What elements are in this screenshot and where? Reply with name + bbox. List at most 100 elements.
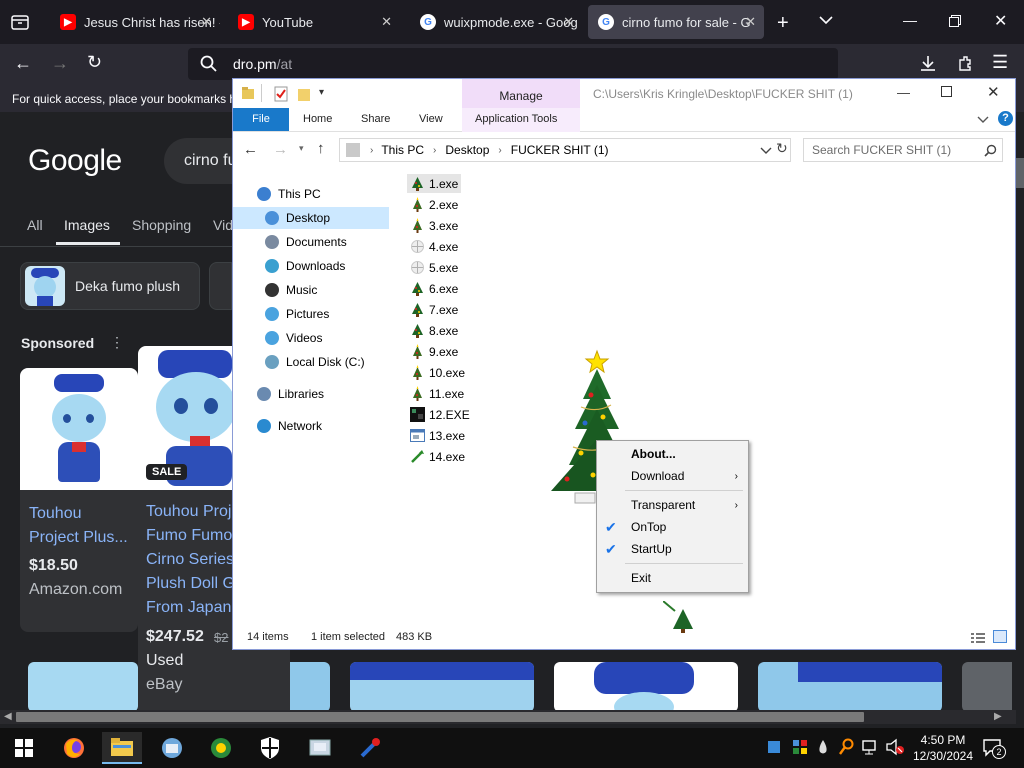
nav-item[interactable]: Libraries xyxy=(233,383,389,405)
address-bar[interactable]: › This PC › Desktop › FUCKER SHIT (1) ↻ xyxy=(339,138,791,162)
file-item[interactable]: 11.exe xyxy=(407,384,467,403)
tab-3[interactable]: G wuixpmode.exe - Goog ✕ xyxy=(410,5,582,39)
refresh-icon[interactable]: ↻ xyxy=(776,140,788,157)
start-button[interactable] xyxy=(4,732,44,764)
network-icon[interactable] xyxy=(862,739,878,755)
file-item[interactable]: 12.EXE xyxy=(407,405,473,424)
scrollbar-thumb[interactable] xyxy=(16,712,864,722)
scroll-right-icon[interactable]: ▶ xyxy=(994,711,1002,722)
image-result[interactable] xyxy=(962,662,1012,712)
new-tab-icon[interactable]: + xyxy=(777,12,789,35)
nav-item[interactable]: Network xyxy=(233,415,389,437)
menu-item-about[interactable]: About... xyxy=(597,443,748,465)
menu-item-transparent[interactable]: Transparent › xyxy=(597,494,748,516)
forward-icon[interactable]: → xyxy=(273,141,288,158)
menu-icon[interactable]: ☰ xyxy=(992,52,1008,73)
nav-item[interactable]: Music xyxy=(233,279,389,301)
related-search-chip[interactable]: Deka fumo plush xyxy=(20,262,200,310)
quick-access-dropdown-icon[interactable]: ▾ xyxy=(319,87,324,98)
file-item[interactable]: 10.exe xyxy=(407,363,468,382)
nav-item[interactable]: Downloads xyxy=(233,255,389,277)
manage-context-tab[interactable]: Manage xyxy=(462,79,580,108)
file-item[interactable]: 13.exe xyxy=(407,426,468,445)
water-drop-icon[interactable] xyxy=(818,739,828,755)
file-item[interactable]: 1.exe xyxy=(407,174,462,193)
tab-images[interactable]: Images xyxy=(64,217,110,233)
file-item[interactable]: 2.exe xyxy=(407,195,461,214)
nav-item[interactable]: Pictures xyxy=(233,303,389,325)
menu-item-exit[interactable]: Exit xyxy=(597,567,748,589)
more-options-icon[interactable]: ⋮ xyxy=(110,334,124,351)
download-icon[interactable] xyxy=(919,54,937,72)
app-icon[interactable] xyxy=(152,732,192,764)
back-icon[interactable]: ← xyxy=(243,141,258,158)
image-result[interactable] xyxy=(758,662,942,712)
menu-item-ontop[interactable]: ✔ OnTop xyxy=(597,516,748,538)
file-tab[interactable]: File xyxy=(233,108,289,131)
firefox-icon[interactable] xyxy=(54,732,94,764)
app-icon[interactable] xyxy=(300,732,340,764)
close-icon[interactable]: ✕ xyxy=(987,83,1000,101)
address-dropdown-icon[interactable] xyxy=(760,144,772,156)
nav-item[interactable]: Documents xyxy=(233,231,389,253)
maximize-icon[interactable] xyxy=(941,86,952,97)
tab-2[interactable]: ▶ YouTube ✕ xyxy=(228,5,400,39)
breadcrumb-current-folder[interactable]: FUCKER SHIT (1) xyxy=(511,143,609,157)
file-item[interactable]: 9.exe xyxy=(407,342,461,361)
new-folder-icon[interactable] xyxy=(297,86,311,102)
vertical-scrollbar-thumb[interactable] xyxy=(1016,158,1024,188)
file-item[interactable]: 5.exe xyxy=(407,258,461,277)
file-item[interactable]: 4.exe xyxy=(407,237,461,256)
tray-app-icon[interactable] xyxy=(792,739,808,755)
menu-item-download[interactable]: Download › xyxy=(597,465,748,487)
close-tab-icon[interactable]: ✕ xyxy=(563,14,574,30)
minimize-icon[interactable]: — xyxy=(897,85,910,100)
file-item[interactable]: 3.exe xyxy=(407,216,461,235)
close-window-icon[interactable]: ✕ xyxy=(994,11,1007,31)
app-icon[interactable] xyxy=(350,732,390,764)
security-shield-icon[interactable] xyxy=(250,732,290,764)
chevron-down-icon[interactable] xyxy=(818,12,834,28)
extensions-icon[interactable] xyxy=(956,54,974,72)
tab-4-active[interactable]: G cirno fumo for sale - G ✕ xyxy=(588,5,764,39)
details-view-icon[interactable] xyxy=(971,631,985,643)
recent-locations-icon[interactable]: ▾ xyxy=(299,143,304,154)
explorer-search-input[interactable]: Search FUCKER SHIT (1) xyxy=(803,138,1003,162)
image-result[interactable] xyxy=(350,662,534,712)
clock[interactable]: 4:50 PM 12/30/2024 xyxy=(912,732,974,764)
file-item[interactable]: 8.exe xyxy=(407,321,461,340)
share-tab[interactable]: Share xyxy=(361,113,390,125)
image-result[interactable] xyxy=(554,662,738,712)
forward-icon[interactable]: → xyxy=(51,53,69,74)
close-tab-icon[interactable]: ✕ xyxy=(201,14,212,30)
scroll-left-icon[interactable]: ◀ xyxy=(4,711,12,722)
volume-muted-icon[interactable] xyxy=(886,738,904,756)
up-icon[interactable]: ↑ xyxy=(317,140,325,157)
file-item[interactable]: 14.exe xyxy=(407,447,468,466)
minimize-icon[interactable]: — xyxy=(903,12,917,28)
image-result[interactable] xyxy=(28,662,138,712)
file-item[interactable]: 6.exe xyxy=(407,279,461,298)
close-tab-icon[interactable]: ✕ xyxy=(381,14,392,30)
search-tray-icon[interactable] xyxy=(838,738,854,756)
file-item[interactable]: 7.exe xyxy=(407,300,461,319)
image-result[interactable] xyxy=(290,662,330,712)
close-tab-icon[interactable]: ✕ xyxy=(745,14,756,30)
related-search-chip-2[interactable] xyxy=(209,262,232,310)
application-tools-tab[interactable]: Application Tools xyxy=(475,113,557,125)
tab-all[interactable]: All xyxy=(27,217,43,233)
menu-item-startup[interactable]: ✔ StartUp xyxy=(597,538,748,560)
view-tab[interactable]: View xyxy=(419,113,443,125)
reload-icon[interactable]: ↻ xyxy=(87,52,102,73)
tab-1[interactable]: ▶ Jesus Christ has risen! - ✕ xyxy=(50,5,220,39)
nav-item[interactable]: This PC xyxy=(233,183,389,205)
breadcrumb-desktop[interactable]: Desktop xyxy=(445,143,489,157)
product-card[interactable]: Touhou Project Plus... $18.50 Amazon.com xyxy=(20,368,138,632)
nav-item[interactable]: Local Disk (C:) xyxy=(233,351,389,373)
horizontal-scrollbar[interactable]: ◀ ▶ xyxy=(0,710,1016,724)
google-logo[interactable]: Google xyxy=(28,144,122,178)
help-icon[interactable]: ? xyxy=(998,111,1013,126)
tab-overview-icon[interactable] xyxy=(10,12,30,32)
home-tab[interactable]: Home xyxy=(303,113,332,125)
app-icon[interactable] xyxy=(201,732,241,764)
